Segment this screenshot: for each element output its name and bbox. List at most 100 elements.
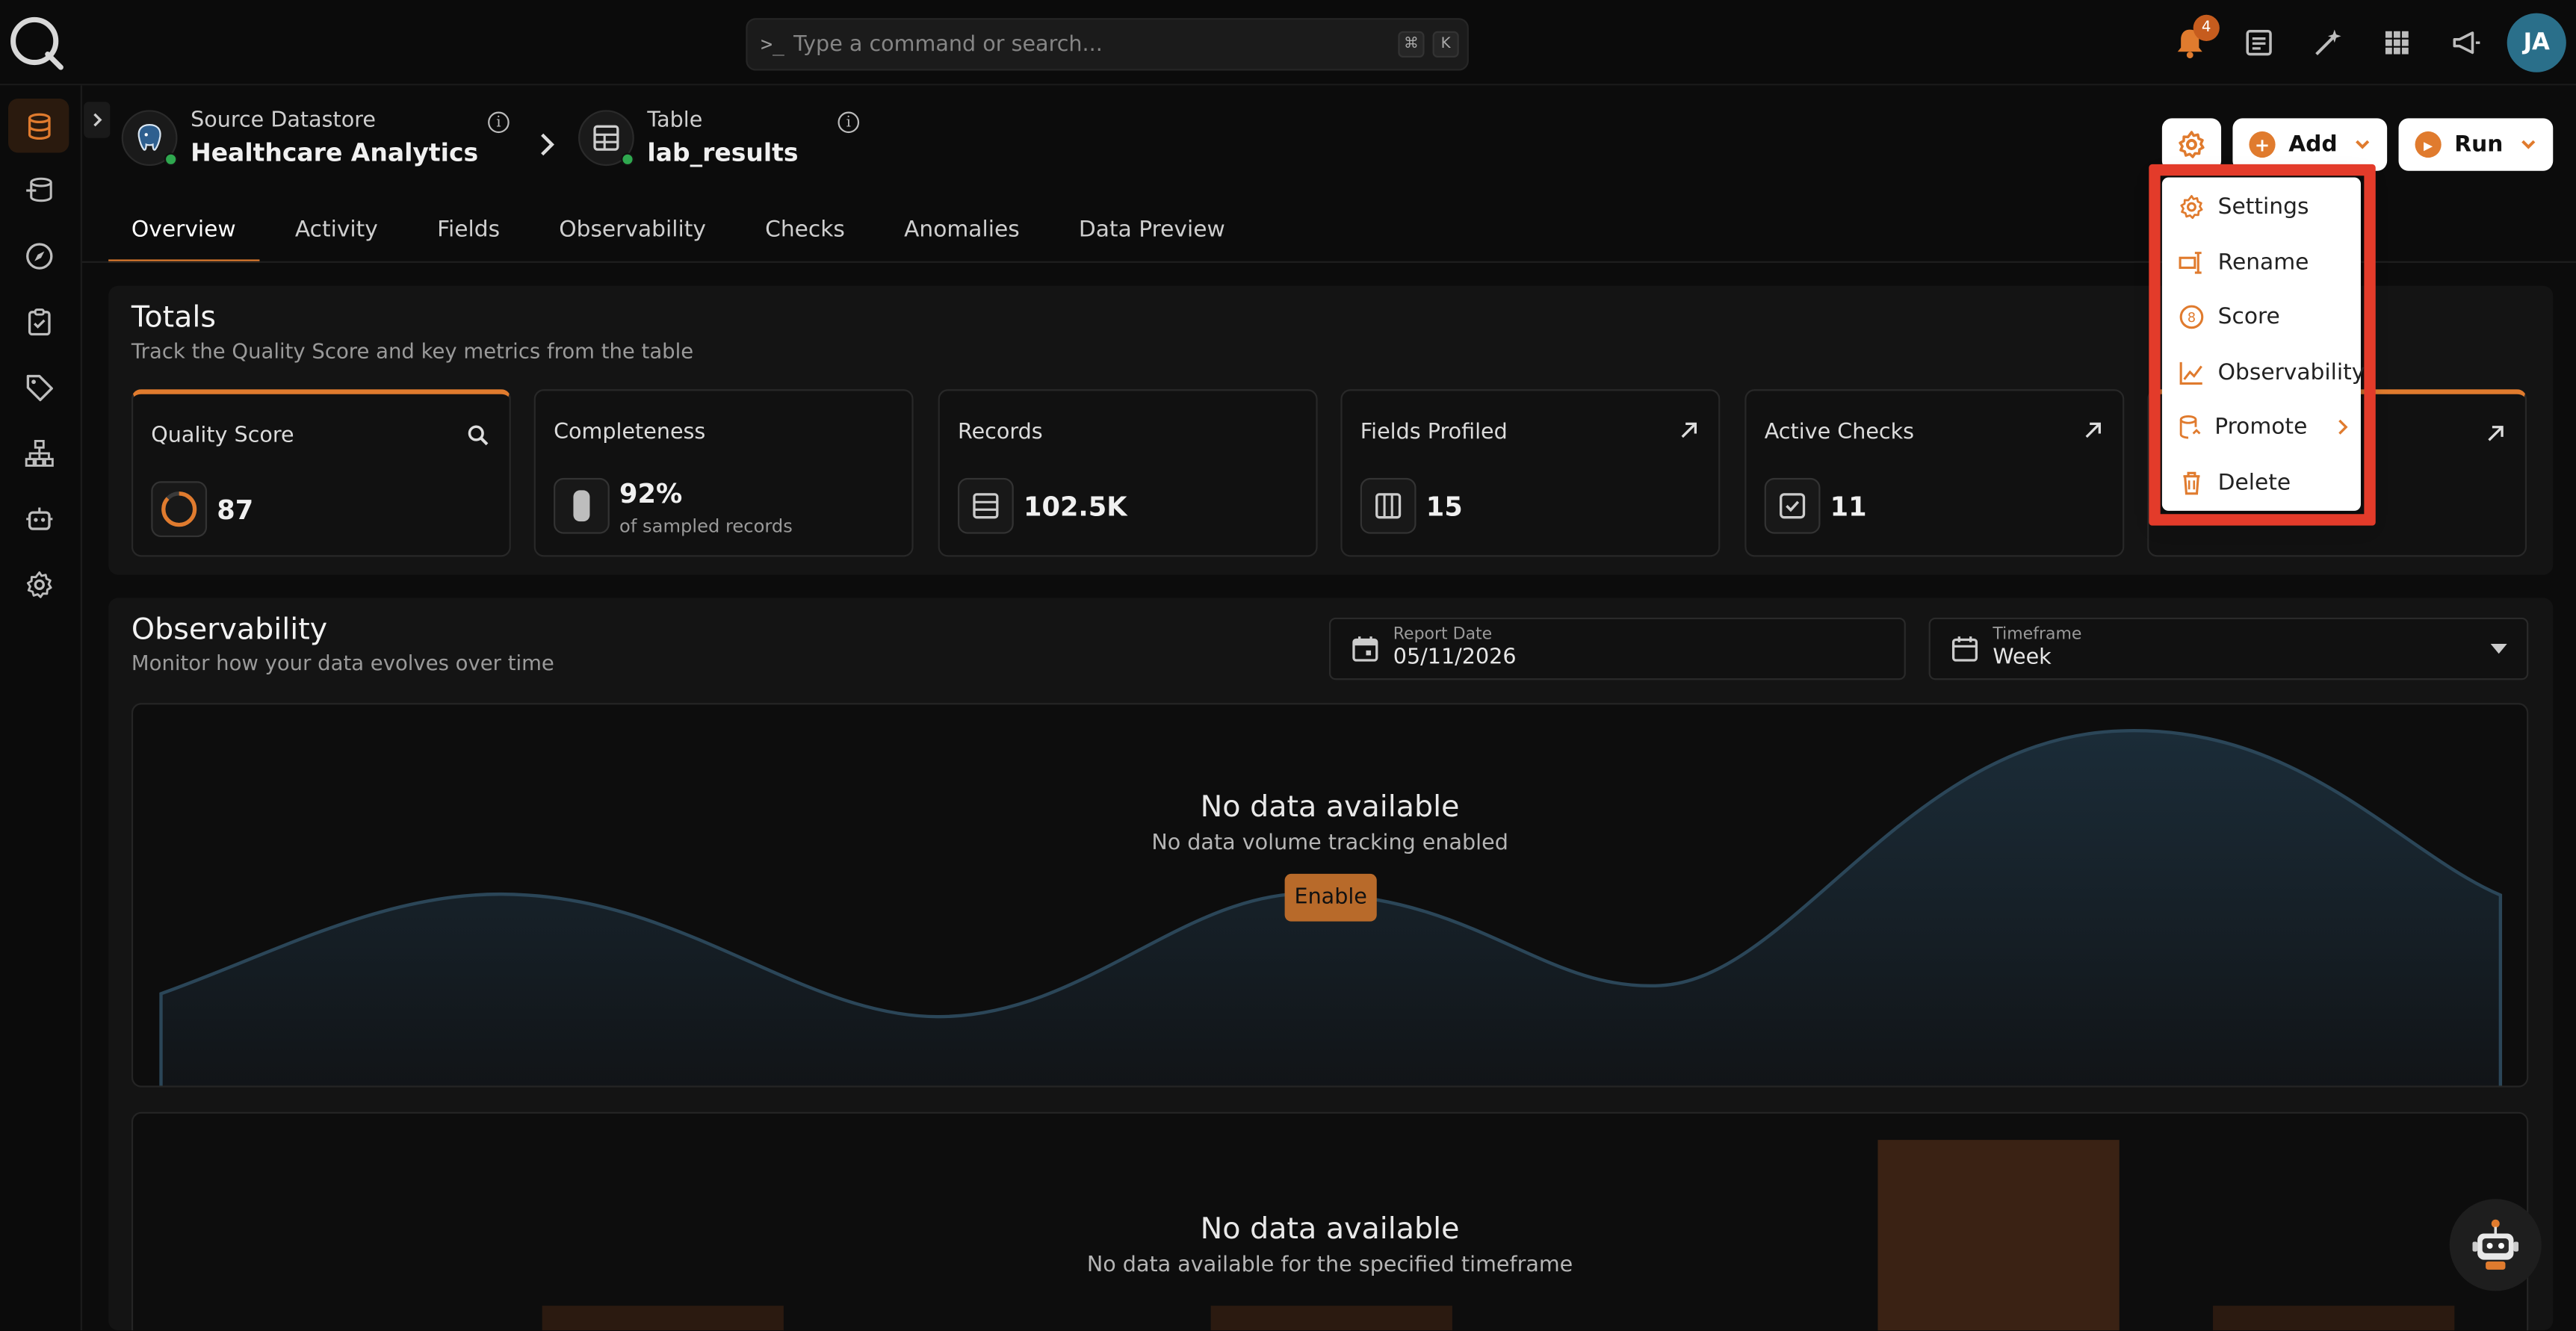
add-button-label: Add	[2288, 131, 2338, 158]
theme-toggle-button[interactable]	[2294, 8, 2362, 77]
breadcrumb-table[interactable]: Table lab_results	[578, 108, 799, 168]
report-date-field[interactable]: Report Date 05/11/2026	[1328, 617, 1906, 680]
cylinder-icon	[554, 477, 610, 534]
completeness-caption: of sampled records	[619, 515, 793, 538]
plus-icon: +	[2249, 131, 2276, 158]
no-data-subtitle: No data volume tracking enabled	[1151, 831, 1508, 856]
command-search-input[interactable]: >_ Type a command or search... ⌘ K	[746, 18, 1469, 71]
status-online-dot	[164, 152, 178, 167]
notifications-button[interactable]: 4	[2155, 8, 2224, 77]
tag-icon	[25, 373, 52, 401]
apps-grid-button[interactable]	[2362, 8, 2431, 77]
table-settings-button[interactable]	[2161, 118, 2222, 171]
sidebar-item-settings[interactable]	[8, 556, 69, 611]
placeholder-bar	[1210, 1306, 1452, 1331]
gear-icon	[2179, 131, 2205, 158]
search-placeholder: Type a command or search...	[793, 31, 1103, 57]
timeframe-select[interactable]: Timeframe Week	[1928, 617, 2529, 680]
tab-activity[interactable]: Activity	[272, 204, 401, 263]
clipboard-check-icon	[27, 307, 50, 335]
tab-bar: Overview Activity Fields Observability C…	[108, 204, 1261, 263]
active-checks-card[interactable]: Active Checks 11	[1744, 389, 2125, 557]
search-icon[interactable]	[467, 424, 490, 447]
tab-overview[interactable]: Overview	[108, 204, 259, 263]
table-name: lab_results	[647, 137, 799, 168]
chevron-down-icon	[2356, 140, 2370, 149]
totals-subtitle: Track the Quality Score and key metrics …	[131, 338, 694, 363]
arrow-up-right-icon[interactable]	[2083, 421, 2102, 440]
table-badge	[578, 110, 634, 167]
sidebar-item-datastores[interactable]	[7, 98, 69, 153]
tab-data-preview[interactable]: Data Preview	[1056, 204, 1248, 263]
run-button[interactable]: ▸ Run	[2398, 118, 2554, 171]
arrow-up-right-icon[interactable]	[2486, 424, 2505, 443]
announcements-button[interactable]	[2432, 8, 2501, 77]
info-icon[interactable]: i	[837, 111, 860, 134]
quality-score-value: 87	[217, 494, 254, 526]
no-data-message: No data available No data volume trackin…	[133, 790, 2527, 856]
sidebar-item-explore[interactable]	[8, 229, 69, 283]
database-icon	[27, 112, 50, 139]
sidebar-item-enrichment[interactable]	[8, 163, 69, 217]
arrow-up-right-icon[interactable]	[1679, 421, 1698, 440]
columns-icon	[1360, 477, 1417, 534]
report-date-value: 05/11/2026	[1393, 645, 1517, 671]
records-card: Records 102.5K	[938, 389, 1318, 557]
grid-icon	[2385, 31, 2409, 55]
magic-wand-icon	[2315, 29, 2341, 55]
postgres-elephant-icon	[137, 124, 161, 151]
sidebar-item-agents[interactable]	[8, 491, 69, 546]
notification-count-badge: 4	[2193, 14, 2220, 41]
source-datastore-name: Healthcare Analytics	[191, 137, 479, 168]
sidebar-item-checks[interactable]	[8, 294, 69, 349]
rows-icon	[958, 477, 1014, 534]
enable-volume-tracking-button[interactable]: Enable	[1284, 873, 1377, 922]
card-title: Quality Score	[151, 424, 294, 449]
caret-down-icon	[2490, 644, 2507, 654]
tab-anomalies[interactable]: Anomalies	[881, 204, 1042, 263]
tab-checks[interactable]: Checks	[742, 204, 867, 263]
add-button[interactable]: + Add	[2232, 118, 2388, 171]
quality-score-card[interactable]: Quality Score 87	[131, 389, 511, 557]
app-logo-icon[interactable]	[8, 15, 64, 71]
card-title: Records	[958, 420, 1043, 445]
run-button-label: Run	[2454, 131, 2504, 158]
completeness-card: Completeness 92% of sampled records	[533, 389, 914, 557]
score-ring-icon	[151, 481, 208, 538]
calendar-icon[interactable]	[1351, 634, 1381, 664]
observability-subtitle: Monitor how your data evolves over time	[131, 650, 554, 675]
active-checks-value: 11	[1830, 491, 1867, 523]
robot-assistant-icon	[2472, 1219, 2519, 1270]
calendar-icon	[1951, 636, 1978, 662]
chevron-right-icon	[93, 113, 102, 127]
no-data-title: No data available	[1200, 1211, 1460, 1247]
completeness-value: 92%	[619, 477, 683, 509]
placeholder-bar	[542, 1306, 784, 1331]
tab-observability[interactable]: Observability	[536, 204, 728, 263]
kbd-cmd-key: ⌘	[1398, 31, 1425, 58]
assistant-button[interactable]	[2449, 1199, 2542, 1291]
docs-button[interactable]	[2224, 8, 2293, 77]
sidebar-item-flows[interactable]	[8, 426, 69, 480]
breadcrumb-source-datastore[interactable]: Source Datastore Healthcare Analytics	[121, 108, 479, 168]
menu-highlight-box	[2149, 164, 2376, 526]
no-data-message: No data available No data available for …	[133, 1212, 2527, 1278]
observability-title: Observability	[131, 612, 328, 648]
card-title: Fields Profiled	[1360, 420, 1508, 445]
kbd-k-key: K	[1432, 31, 1459, 58]
placeholder-bar	[2213, 1306, 2455, 1331]
card-title: Completeness	[554, 420, 706, 445]
tab-fields[interactable]: Fields	[414, 204, 523, 263]
timeframe-label: Timeframe	[1993, 625, 2082, 645]
sidebar-item-tags[interactable]	[8, 360, 69, 415]
no-data-title: No data available	[1200, 789, 1460, 825]
fields-profiled-value: 15	[1425, 491, 1463, 523]
sidebar-nav	[0, 85, 82, 1331]
no-data-subtitle: No data available for the specified time…	[1086, 1253, 1573, 1278]
user-avatar[interactable]: JA	[2507, 13, 2566, 72]
play-icon: ▸	[2415, 131, 2442, 158]
sidebar-expand-button[interactable]	[84, 102, 111, 138]
fields-profiled-card[interactable]: Fields Profiled 15	[1340, 389, 1721, 557]
compass-icon	[25, 242, 52, 269]
info-icon[interactable]: i	[488, 111, 510, 134]
